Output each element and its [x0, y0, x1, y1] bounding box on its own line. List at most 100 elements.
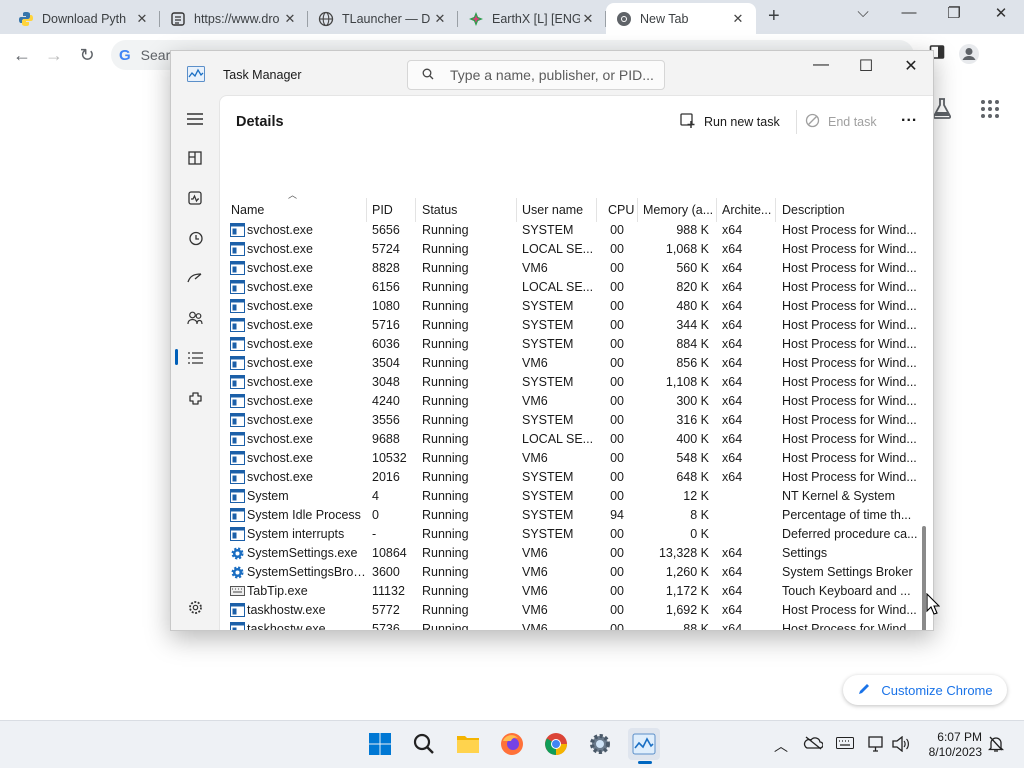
close-icon[interactable]: ✕ — [730, 11, 746, 27]
customize-chrome-button[interactable]: Customize Chrome — [843, 675, 1007, 705]
settings-icon[interactable] — [181, 593, 209, 621]
keyboard-icon[interactable] — [836, 736, 854, 752]
column-header-pid[interactable]: PID — [366, 198, 416, 222]
close-icon[interactable]: ✕ — [432, 11, 448, 27]
system-clock[interactable]: 6:07 PM 8/10/2023 — [918, 730, 982, 760]
close-icon[interactable]: ✕ — [134, 11, 150, 27]
tab-tlauncher[interactable]: TLauncher — D ✕ — [308, 3, 458, 34]
table-row[interactable]: svchost.exe 2016 Running SYSTEM 00 648 K x64 Ho… — [220, 468, 920, 487]
close-window-button[interactable]: ✕ — [991, 4, 1011, 22]
file-explorer-icon[interactable] — [452, 728, 484, 760]
app-history-icon[interactable] — [181, 224, 209, 252]
table-row[interactable]: svchost.exe 1080 Running SYSTEM 00 480 K x64 Ho… — [220, 297, 920, 316]
end-task-button[interactable]: End task — [805, 112, 877, 132]
table-row[interactable]: System interrupts - Running SYSTEM 00 0 K Defe… — [220, 525, 920, 544]
table-row[interactable]: svchost.exe 3556 Running SYSTEM 00 316 K x64 Ho… — [220, 411, 920, 430]
table-row[interactable]: System Idle Process 0 Running SYSTEM 94 8 K Pe… — [220, 506, 920, 525]
google-apps-icon[interactable] — [980, 99, 1000, 122]
table-row[interactable]: System 4 Running SYSTEM 00 12 K NT Kernel & Sy… — [220, 487, 920, 506]
table-row[interactable]: svchost.exe 4240 Running VM6 00 300 K x64 Host … — [220, 392, 920, 411]
restore-button[interactable]: ❐ — [944, 4, 964, 22]
start-icon[interactable] — [364, 728, 396, 760]
table-row[interactable]: SystemSettings.exe 10864 Running VM6 00 13,32… — [220, 544, 920, 563]
task-manager-icon[interactable] — [628, 728, 660, 760]
column-header-user-name[interactable]: User name — [516, 198, 597, 222]
process-name: svchost.exe — [247, 375, 314, 389]
table-row[interactable]: taskhostw.exe 5736 Running VM6 00 88 K x64 Host… — [220, 620, 920, 630]
table-row[interactable]: svchost.exe 3048 Running SYSTEM 00 1,108 K x64… — [220, 373, 920, 392]
table-row[interactable]: svchost.exe 5724 Running LOCAL SE... 00 1,068… — [220, 240, 920, 259]
column-header-name[interactable]: Name — [225, 198, 367, 222]
show-hidden-icons-chevron-icon[interactable]: ︿ — [774, 736, 788, 756]
new-tab-button[interactable]: + — [768, 5, 786, 28]
tm-close-button[interactable]: ✕ — [896, 56, 926, 76]
cell-arch: x64 — [722, 242, 743, 256]
table-row[interactable]: svchost.exe 8828 Running VM6 00 560 K x64 Host … — [220, 259, 920, 278]
cell-status: Running — [422, 470, 469, 484]
services-icon[interactable] — [181, 384, 209, 412]
labs-flask-icon[interactable] — [932, 97, 952, 122]
cell-mem: 1,260 K — [665, 565, 709, 579]
process-name: taskhostw.exe — [247, 603, 326, 617]
customize-label: Customize Chrome — [881, 682, 993, 698]
table-row[interactable]: svchost.exe 9688 Running LOCAL SE... 00 400 K… — [220, 430, 920, 449]
table-row[interactable]: SystemSettingsBroke... 3600 Running VM6 00 1,… — [220, 563, 920, 582]
cell-arch: x64 — [722, 451, 743, 465]
table-row[interactable]: TabTip.exe 11132 Running VM6 00 1,172 K x64 Tou… — [220, 582, 920, 601]
tab-new-tab[interactable]: New Tab ✕ — [606, 3, 756, 34]
table-row[interactable]: svchost.exe 10532 Running VM6 00 548 K x64 Host… — [220, 449, 920, 468]
onedrive-icon[interactable] — [803, 736, 824, 753]
reload-button[interactable]: ↻ — [77, 45, 97, 66]
processes-icon[interactable] — [181, 144, 209, 172]
network-icon[interactable] — [868, 736, 886, 755]
process-name: TabTip.exe — [247, 584, 308, 598]
column-header-architecture[interactable]: Archite... — [716, 198, 776, 222]
cell-mem: 560 K — [676, 261, 709, 275]
cell-user: VM6 — [522, 451, 548, 465]
table-row[interactable]: svchost.exe 6036 Running SYSTEM 00 884 K x64 Ho… — [220, 335, 920, 354]
column-header-cpu[interactable]: CPU — [602, 198, 638, 222]
cell-cpu: 94 — [610, 508, 624, 522]
forward-button[interactable]: → — [44, 45, 64, 66]
column-header-description[interactable]: Description — [776, 198, 920, 222]
notification-bell-icon[interactable] — [987, 736, 1005, 755]
firefox-icon[interactable] — [496, 728, 528, 760]
close-icon[interactable]: ✕ — [580, 11, 596, 27]
search-input[interactable]: Type a name, publisher, or PID... — [407, 60, 665, 90]
close-icon[interactable]: ✕ — [282, 11, 298, 27]
tab-earthx[interactable]: EarthX [L] [ENG ✕ — [458, 3, 606, 34]
settings-icon[interactable] — [584, 728, 616, 760]
cell-cpu: 00 — [610, 299, 624, 313]
process-icon — [230, 603, 245, 617]
performance-icon[interactable] — [181, 184, 209, 212]
column-header-memory[interactable]: Memory (a... — [637, 198, 717, 222]
startup-icon[interactable] — [181, 264, 209, 292]
tab-download-python[interactable]: Download Pyth ✕ — [8, 3, 160, 34]
table-row[interactable]: svchost.exe 5656 Running SYSTEM 00 988 K x64 Ho… — [220, 221, 920, 240]
tab-dropbox[interactable]: https://www.dro ✕ — [160, 3, 308, 34]
cell-status: Running — [422, 299, 469, 313]
cell-mem: 988 K — [676, 223, 709, 237]
minimize-button[interactable]: — — [899, 4, 919, 21]
search-icon[interactable] — [408, 728, 440, 760]
users-icon[interactable] — [181, 304, 209, 332]
profile-avatar[interactable] — [958, 43, 980, 68]
tab-search-chevron-icon[interactable]: ⌵ — [853, 4, 873, 21]
menu-icon[interactable] — [181, 105, 209, 133]
back-button[interactable]: ← — [12, 45, 32, 66]
cell-pid: - — [372, 527, 377, 541]
details-icon[interactable] — [181, 344, 209, 372]
column-header-status[interactable]: Status — [416, 198, 517, 222]
table-row[interactable]: svchost.exe 6156 Running LOCAL SE... 00 820 K… — [220, 278, 920, 297]
run-new-task-button[interactable]: Run new task — [680, 112, 780, 132]
table-row[interactable]: taskhostw.exe 5772 Running VM6 00 1,692 K x64 H… — [220, 601, 920, 620]
table-row[interactable]: svchost.exe 3504 Running VM6 00 856 K x64 Host … — [220, 354, 920, 373]
cell-status: Running — [422, 603, 469, 617]
cell-user: VM6 — [522, 546, 548, 560]
table-row[interactable]: svchost.exe 5716 Running SYSTEM 00 344 K x64 Ho… — [220, 316, 920, 335]
more-options-button[interactable]: ... — [901, 108, 917, 126]
chrome-icon[interactable] — [540, 728, 572, 760]
volume-icon[interactable] — [892, 735, 910, 755]
tm-maximize-button[interactable]: ☐ — [851, 56, 881, 76]
tm-minimize-button[interactable]: — — [806, 56, 836, 74]
